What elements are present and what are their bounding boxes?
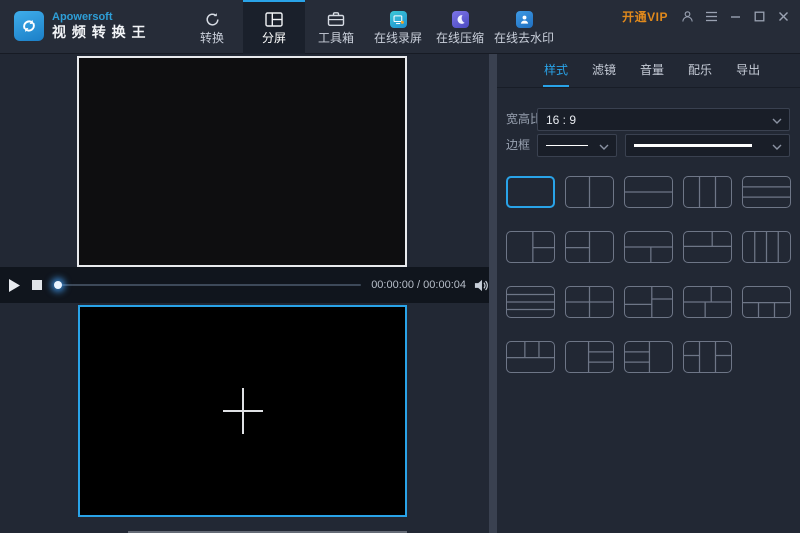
seek-knob[interactable] (54, 281, 62, 289)
chevron-down-icon (772, 118, 782, 124)
layout-template-left-full-right-split[interactable] (506, 231, 555, 263)
title-controls: 开通VIP (622, 8, 790, 25)
tab-style[interactable]: 样式 (543, 54, 569, 87)
nav-item-toolbox[interactable]: 工具箱 (305, 0, 367, 54)
nav-item-online-watermark-remover[interactable]: 在线去水印 (491, 0, 557, 54)
seek-slider[interactable] (56, 280, 361, 290)
source-video-preview (77, 56, 407, 267)
nav-item-online-recorder[interactable]: 在线录屏 (367, 0, 429, 54)
maximize-button[interactable] (752, 10, 766, 24)
border-label: 边框 (506, 134, 530, 157)
play-button[interactable] (9, 279, 20, 292)
aspect-ratio-select[interactable]: 16 : 9 (537, 108, 790, 131)
layout-template-left-three-rows-right-full[interactable] (624, 341, 673, 373)
seek-track (56, 284, 361, 286)
nav-item-split-screen[interactable]: 分屏 (243, 0, 305, 54)
time-display: 00:00:00 / 00:00:04 (371, 279, 466, 291)
nav-item-label: 工具箱 (318, 32, 354, 44)
chevron-down-icon (772, 144, 782, 150)
compress-app-icon (452, 11, 469, 28)
layout-template-four-columns[interactable] (742, 231, 791, 263)
layout-template-grid (506, 176, 791, 373)
volume-icon[interactable] (474, 279, 489, 292)
app-window: Apowersoft 视 频 转 换 王 转换 (0, 0, 800, 533)
stop-button[interactable] (32, 280, 42, 290)
border-style-select[interactable] (537, 134, 617, 157)
layout-template-offset-quad-left-low[interactable] (624, 286, 673, 318)
layout-template-single[interactable] (506, 176, 555, 208)
layout-template-three-columns[interactable] (683, 176, 732, 208)
layout-template-top-full-bottom-three[interactable] (742, 286, 791, 318)
player-bar: 00:00:00 / 00:00:04 (0, 267, 489, 303)
layout-template-three-rows[interactable] (742, 176, 791, 208)
brand-name: Apowersoft (52, 11, 147, 23)
nav-item-convert[interactable]: 转换 (181, 0, 243, 54)
settings-panel: 样式 滤镜 音量 配乐 导出 宽高比 16 : 9 边框 (497, 54, 800, 533)
nav-item-label: 在线去水印 (494, 32, 554, 44)
refresh-icon (203, 11, 221, 28)
tab-export[interactable]: 导出 (735, 54, 761, 87)
nav-item-label: 在线录屏 (374, 32, 422, 44)
close-button[interactable] (776, 10, 790, 24)
logo-text: Apowersoft 视 频 转 换 王 (52, 11, 147, 41)
split-cell-preview[interactable] (78, 305, 407, 517)
menu-icon[interactable] (704, 10, 718, 24)
remove-watermark-app-icon (516, 11, 533, 28)
layout-template-three-columns-side-split[interactable] (683, 341, 732, 373)
layout-template-left-split-right-full[interactable] (565, 231, 614, 263)
tabs-separator (497, 87, 800, 88)
panel-tabs: 样式 滤镜 音量 配乐 导出 (543, 54, 761, 87)
app-logo-icon (14, 11, 44, 41)
layout-template-top-three-bottom-full[interactable] (506, 341, 555, 373)
screen-record-app-icon (390, 11, 407, 28)
app-title: 视 频 转 换 王 (52, 23, 147, 41)
tab-volume[interactable]: 音量 (639, 54, 665, 87)
vip-button[interactable]: 开通VIP (622, 8, 668, 25)
nav-item-label: 转换 (200, 32, 224, 44)
minimize-button[interactable] (728, 10, 742, 24)
border-row: 边框 (497, 134, 800, 157)
layout-template-grid-2x2[interactable] (565, 286, 614, 318)
add-video-crosshair[interactable] (242, 388, 244, 434)
preview-area: 00:00:00 / 00:00:04 (0, 54, 489, 533)
layout-template-top-split-bottom-full[interactable] (683, 231, 732, 263)
layout-template-two-rows[interactable] (624, 176, 673, 208)
aspect-ratio-value: 16 : 9 (546, 113, 576, 127)
border-width-swatch (634, 144, 752, 147)
tab-music[interactable]: 配乐 (687, 54, 713, 87)
layout-template-top-full-bottom-split[interactable] (624, 231, 673, 263)
layout-template-four-rows[interactable] (506, 286, 555, 318)
account-icon[interactable] (680, 10, 694, 24)
layout-template-offset-quad-top-wide[interactable] (683, 286, 732, 318)
aspect-ratio-row: 宽高比 16 : 9 (497, 108, 800, 131)
nav-item-label: 在线压缩 (436, 32, 484, 44)
nav-item-label: 分屏 (262, 32, 286, 44)
split-screen-icon (265, 11, 283, 28)
layout-template-two-columns[interactable] (565, 176, 614, 208)
titlebar: Apowersoft 视 频 转 换 王 转换 (0, 0, 800, 54)
pane-splitter[interactable] (489, 54, 497, 533)
layout-template-left-full-right-three-rows[interactable] (565, 341, 614, 373)
nav-item-online-compressor[interactable]: 在线压缩 (429, 0, 491, 54)
chevron-down-icon (599, 144, 609, 150)
main-nav: 转换 分屏 (181, 0, 557, 54)
border-width-select[interactable] (625, 134, 790, 157)
tab-filter[interactable]: 滤镜 (591, 54, 617, 87)
border-style-swatch (546, 145, 588, 146)
app-logo: Apowersoft 视 频 转 换 王 (14, 11, 147, 41)
toolbox-icon (327, 11, 345, 28)
